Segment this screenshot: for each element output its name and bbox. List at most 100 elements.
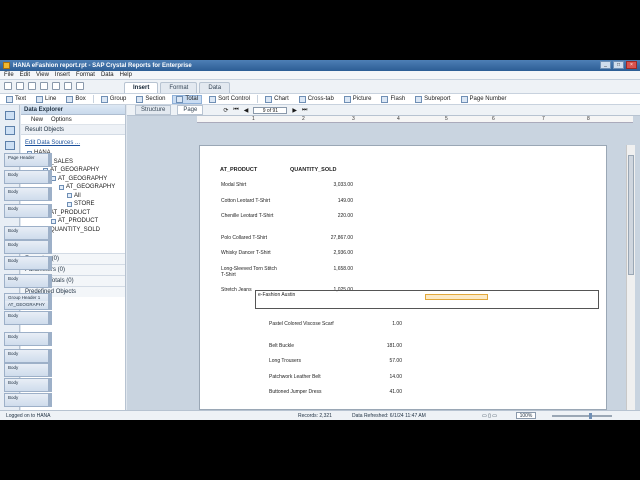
quantity-cell[interactable]: 27,867.00 — [313, 235, 353, 241]
maximize-button[interactable]: □ — [613, 61, 624, 69]
product-cell[interactable]: Polo Collared T-Shirt — [221, 235, 301, 241]
insert-line-button[interactable]: Line — [33, 95, 59, 104]
product-cell[interactable]: Cotton Leotard T-Shirt — [221, 198, 281, 204]
menu-file[interactable]: File — [4, 72, 14, 78]
menu-help[interactable]: Help — [120, 72, 132, 78]
view-mode-icons[interactable]: ▭ ▯ ▭ — [482, 413, 497, 419]
column-header-product[interactable]: AT_PRODUCT — [220, 167, 257, 173]
band-body[interactable]: Body — [4, 349, 52, 363]
outline-icon[interactable] — [4, 126, 15, 135]
insert-sort-control-button[interactable]: Sort Control — [206, 95, 253, 104]
group-header-box[interactable]: e-Fashion Austin — [255, 290, 599, 309]
menu-edit[interactable]: Edit — [20, 72, 30, 78]
new-icon[interactable] — [4, 82, 12, 90]
band-body[interactable]: Body — [4, 311, 52, 325]
result-objects-header[interactable]: Result Objects — [21, 125, 125, 135]
print-icon[interactable] — [40, 82, 48, 90]
minimize-button[interactable]: _ — [600, 61, 611, 69]
band-body[interactable]: Body — [4, 240, 52, 254]
product-cell[interactable]: Modal Shirt — [221, 182, 281, 188]
find-icon[interactable] — [4, 141, 15, 150]
insert-chart-button[interactable]: Chart — [262, 95, 292, 104]
product-cell[interactable]: Buttoned Jumper Dress — [269, 389, 349, 395]
band-body[interactable]: Body — [4, 393, 52, 407]
product-cell[interactable]: Pastel Colored Viscose Scarf — [269, 321, 349, 327]
band-body[interactable]: Body — [4, 274, 52, 288]
quantity-cell[interactable]: 14.00 — [362, 374, 402, 380]
export-icon[interactable] — [52, 82, 60, 90]
zoom-slider-knob[interactable] — [589, 413, 592, 419]
quantity-cell[interactable]: 2,936.00 — [313, 250, 353, 256]
close-button[interactable]: × — [626, 61, 637, 69]
page-number-field[interactable]: 9 of 91 — [253, 106, 288, 114]
undo-icon[interactable] — [64, 82, 72, 90]
prev-page-icon[interactable]: ◀ — [244, 107, 249, 114]
quantity-cell[interactable]: 181.00 — [362, 343, 402, 349]
product-cell[interactable]: Belt Buckle — [269, 343, 349, 349]
vertical-scrollbar[interactable] — [626, 145, 635, 410]
insert-group-button[interactable]: Group — [98, 95, 130, 104]
band-body[interactable]: Body — [4, 363, 52, 377]
product-cell[interactable]: Chenille Leotard T-Shirt — [221, 213, 281, 219]
quantity-cell[interactable]: 41.00 — [362, 389, 402, 395]
quantity-cell[interactable]: 220.00 — [313, 213, 353, 219]
last-page-icon[interactable]: ⏭ — [302, 107, 307, 114]
new-button[interactable]: New — [31, 117, 43, 123]
page-tab[interactable]: Page — [177, 105, 204, 115]
menu-view[interactable]: View — [36, 72, 49, 78]
group-header-label[interactable]: e-Fashion Austin — [258, 292, 295, 298]
data-explorer-icon[interactable] — [4, 111, 15, 120]
tab-data[interactable]: Data — [199, 82, 231, 93]
section-icon — [136, 95, 144, 103]
menu-format[interactable]: Format — [76, 72, 95, 78]
insert-flash-button[interactable]: Flash — [378, 95, 408, 104]
scrollbar-thumb[interactable] — [628, 155, 634, 275]
quantity-cell[interactable]: 57.00 — [362, 358, 402, 364]
column-header-quantity[interactable]: QUANTITY_SOLD — [290, 167, 336, 173]
view-bar: Structure Page ⟳ ⏮ ◀ 9 of 91 ▶ ⏭ — [127, 105, 640, 116]
tab-insert[interactable]: Insert — [124, 82, 159, 93]
product-cell[interactable]: Long Trousers — [269, 358, 349, 364]
menu-data[interactable]: Data — [101, 72, 114, 78]
tree-item-at-product-2[interactable]: AT_PRODUCT — [25, 217, 125, 226]
structure-tab[interactable]: Structure — [135, 105, 172, 115]
band-page-header[interactable]: Page Header — [4, 153, 52, 167]
open-icon[interactable] — [16, 82, 24, 90]
insert-subreport-button[interactable]: Subreport — [412, 95, 453, 104]
quantity-cell[interactable]: 1.00 — [362, 321, 402, 327]
zoom-slider[interactable] — [552, 413, 612, 419]
product-cell[interactable]: Whisky Dancer T-Shirt — [221, 250, 301, 256]
insert-cross-tab-button[interactable]: Cross-tab — [296, 95, 337, 104]
insert-page-number-button[interactable]: Page Number — [458, 95, 510, 104]
band-body[interactable]: Body — [4, 226, 52, 240]
next-page-icon[interactable]: ▶ — [292, 107, 297, 114]
sum-icon — [176, 95, 184, 103]
band-body[interactable]: Body — [4, 170, 52, 184]
zoom-field[interactable]: 100% — [516, 412, 536, 419]
band-body[interactable]: Body — [4, 204, 52, 218]
quantity-cell[interactable]: 1,658.00 — [313, 266, 353, 272]
selected-field-placeholder[interactable] — [425, 294, 488, 300]
band-body[interactable]: Body — [4, 256, 52, 270]
menu-insert[interactable]: Insert — [55, 72, 70, 78]
refresh-icon[interactable]: ⟳ — [223, 107, 228, 114]
insert-picture-button[interactable]: Picture — [341, 95, 375, 104]
redo-icon[interactable] — [76, 82, 84, 90]
first-page-icon[interactable]: ⏮ — [233, 107, 238, 114]
quantity-cell[interactable]: 149.00 — [313, 198, 353, 204]
insert-section-button[interactable]: Section — [133, 95, 168, 104]
insert-total-button[interactable]: Total — [172, 94, 203, 104]
band-body[interactable]: Body — [4, 187, 52, 201]
band-body[interactable]: Body — [4, 332, 52, 346]
edit-data-sources-link[interactable]: Edit Data Sources ... — [25, 140, 125, 146]
insert-text-button[interactable]: Text — [3, 95, 29, 104]
options-button[interactable]: Options — [51, 117, 72, 123]
product-cell[interactable]: Patchwork Leather Belt — [269, 374, 349, 380]
tab-format[interactable]: Format — [160, 82, 198, 93]
quantity-cell[interactable]: 3,033.00 — [313, 182, 353, 188]
insert-box-button[interactable]: Box — [63, 95, 88, 104]
save-icon[interactable] — [28, 82, 36, 90]
product-cell[interactable]: Long-Sleeved Torn Stitch T-Shirt — [221, 266, 281, 278]
subreport-icon — [415, 95, 423, 103]
band-body[interactable]: Body — [4, 378, 52, 392]
